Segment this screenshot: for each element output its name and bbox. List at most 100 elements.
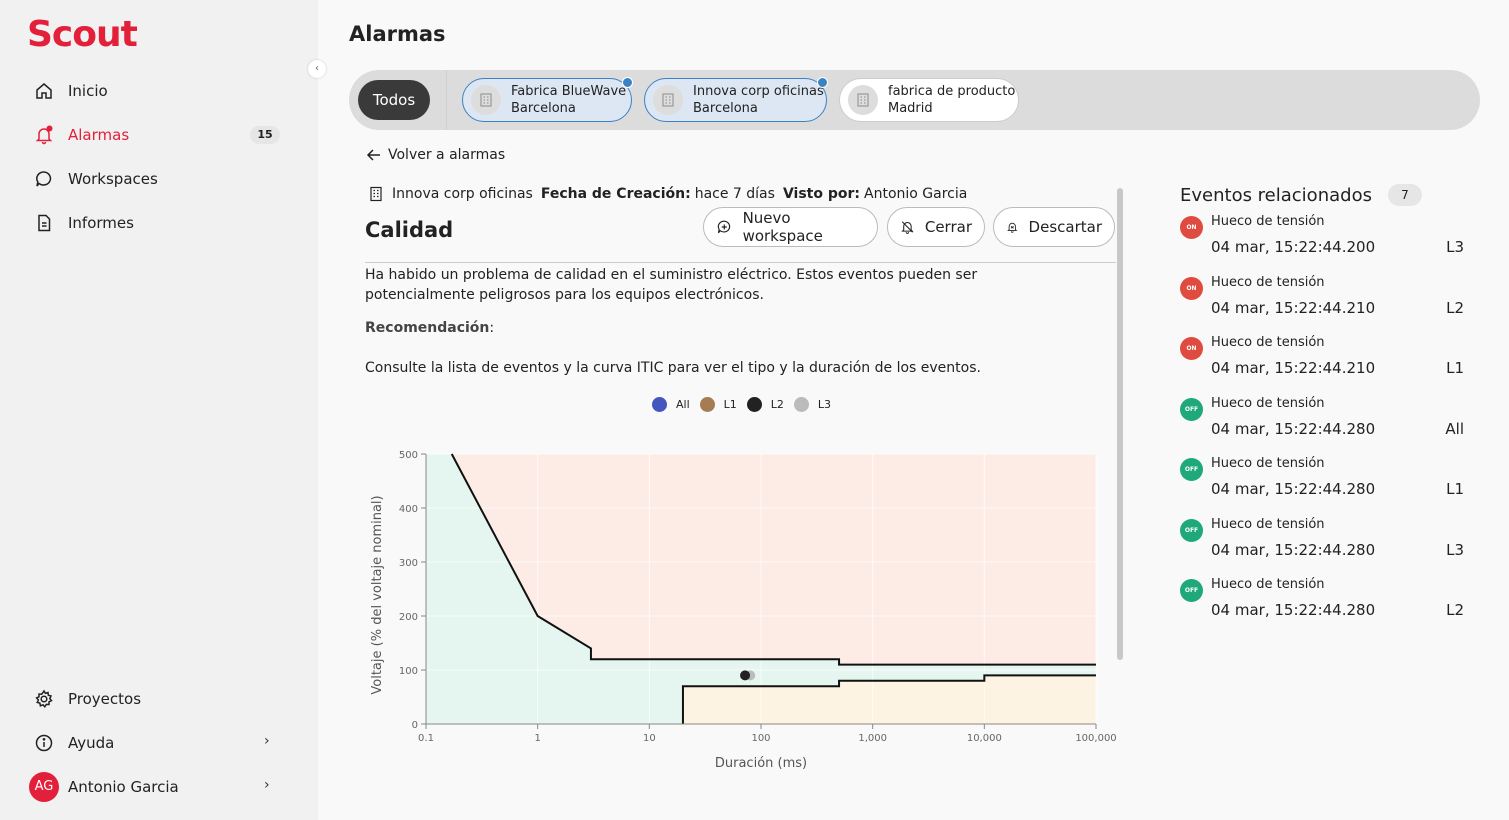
legend-dot (746, 397, 762, 412)
x-tick-label: 1 (534, 733, 540, 744)
divider (365, 262, 1116, 263)
event-item[interactable]: OFF Hueco de tensión 04 mar, 15:22:44.280 L… (1180, 517, 1470, 573)
event-title: Hueco de tensión (1211, 516, 1325, 532)
sidebar: Scout ‹ Inicio Alarmas 15 Workspaces Inf… (0, 0, 326, 820)
sidebar-item-proyectos[interactable]: Proyectos (34, 687, 141, 711)
legend-item-all[interactable]: All (652, 397, 690, 412)
sidebar-item-label: Alarmas (68, 126, 130, 144)
site-chip-name: fabrica de producto (888, 84, 1016, 99)
bell-off-icon (901, 221, 914, 234)
x-axis-title: Duración (ms) (715, 756, 807, 771)
events-panel-header: Eventos relacionados 7 (1180, 184, 1422, 206)
status-off-icon: OFF (1180, 397, 1203, 421)
new-workspace-button[interactable]: Nuevo workspace (703, 207, 878, 247)
legend-dot (793, 397, 809, 412)
user-name: Antonio Garcia (68, 778, 179, 796)
event-item[interactable]: ON Hueco de tensión 04 mar, 15:22:44.210 L1 (1180, 335, 1470, 391)
selected-dot (817, 77, 828, 88)
y-tick-label: 400 (399, 504, 418, 515)
event-item[interactable]: OFF Hueco de tensión 04 mar, 15:22:44.280 L… (1180, 577, 1470, 633)
event-title: Hueco de tensión (1211, 577, 1325, 592)
building-icon (471, 85, 501, 115)
legend-label: L2 (770, 398, 784, 411)
site-chip-city: Barcelona (511, 101, 576, 116)
legend-item-l2[interactable]: L2 (746, 397, 784, 412)
event-item[interactable]: OFF Hueco de tensión 04 mar, 15:22:44.280 A… (1180, 396, 1470, 452)
y-axis-title: Voltaje (% del voltaje nominal) (370, 495, 385, 694)
button-label: Cerrar (924, 218, 972, 236)
app-logo: Scout (27, 14, 138, 55)
event-title: Hueco de tensión (1211, 214, 1325, 229)
button-label: Nuevo workspace (742, 209, 823, 245)
back-to-alarms-link[interactable]: Volver a alarmas (366, 147, 505, 163)
seen-value: Antonio Garcia (864, 186, 968, 202)
sidebar-item-inicio[interactable]: Inicio (34, 79, 108, 103)
document-icon (38, 214, 51, 232)
arrow-left-icon (366, 149, 380, 161)
x-tick-label: 100 (751, 733, 770, 744)
sidebar-item-alarmas[interactable]: Alarmas (34, 123, 129, 147)
sidebar-item-label: Proyectos (68, 690, 142, 708)
event-title: Hueco de tensión (1211, 335, 1325, 350)
event-time: 04 mar, 15:22:44.280 (1211, 480, 1376, 498)
tab-todos[interactable]: Todos (358, 80, 430, 120)
created-value: hace 7 días (694, 186, 775, 202)
site-chip-name: Innova corp oficinas (693, 84, 824, 99)
sidebar-item-ayuda[interactable]: Ayuda (34, 731, 114, 755)
event-phase: All (1445, 419, 1464, 438)
chat-plus-icon (717, 220, 731, 234)
close-button[interactable]: Cerrar (887, 207, 985, 247)
alarm-site: Innova corp oficinas (392, 186, 533, 202)
user-menu[interactable]: AG Antonio Garcia (29, 772, 179, 802)
event-phase: L1 (1446, 480, 1464, 498)
legend-label: L1 (723, 398, 737, 411)
event-time: 04 mar, 15:22:44.210 (1211, 298, 1376, 317)
recommendation-text: Consulte la lista de eventos y la curva … (365, 360, 981, 376)
event-phase: L3 (1446, 238, 1464, 256)
event-time: 04 mar, 15:22:44.280 (1211, 540, 1376, 559)
legend-label: L3 (817, 398, 832, 411)
seen-label: Visto por: (782, 186, 860, 202)
alarm-meta: Innova corp oficinas Fecha de Creación: … (368, 186, 967, 202)
sidebar-item-label: Workspaces (68, 170, 158, 188)
collapse-sidebar-button[interactable]: ‹ (308, 60, 326, 78)
chat-icon (36, 171, 52, 187)
chart-legend: All L1 L2 L3 (652, 397, 841, 412)
ayuda-chevron-icon: › (264, 733, 270, 749)
event-item[interactable]: OFF Hueco de tensión 04 mar, 15:22:44.280 L… (1180, 456, 1470, 512)
site-chip-city: Madrid (888, 101, 933, 116)
event-time: 04 mar, 15:22:44.200 (1211, 238, 1376, 256)
site-chip-fabrica-producto[interactable]: fabrica de producto Madrid (839, 78, 1019, 122)
info-icon (35, 734, 53, 752)
dismiss-button[interactable]: Descartar (993, 207, 1115, 247)
alarm-count-badge: 15 (250, 126, 280, 144)
sidebar-item-label: Informes (68, 214, 134, 232)
event-time: 04 mar, 15:22:44.280 (1211, 419, 1376, 438)
legend-dot (652, 397, 667, 412)
selected-dot (622, 77, 633, 88)
bell-icon (35, 125, 53, 145)
home-icon (36, 83, 52, 99)
status-on-icon: ON (1180, 216, 1203, 239)
event-item[interactable]: ON Hueco de tensión 04 mar, 15:22:44.200 L3 (1180, 214, 1470, 270)
building-icon (848, 85, 878, 115)
status-on-icon: ON (1180, 276, 1203, 300)
legend-item-l1[interactable]: L1 (699, 397, 737, 412)
sidebar-item-workspaces[interactable]: Workspaces (34, 167, 158, 191)
event-item[interactable]: ON Hueco de tensión 04 mar, 15:22:44.210 L2 (1180, 275, 1470, 331)
site-chip-name: Fabrica BlueWave (511, 84, 627, 99)
data-point-l2 (740, 670, 751, 681)
sidebar-item-informes[interactable]: Informes (34, 211, 134, 235)
event-phase: L2 (1446, 601, 1464, 619)
back-label: Volver a alarmas (388, 147, 506, 163)
status-on-icon: ON (1180, 337, 1203, 360)
status-off-icon: OFF (1180, 579, 1203, 602)
event-time: 04 mar, 15:22:44.210 (1211, 359, 1376, 377)
page-title: Alarmas (349, 22, 446, 46)
site-chip-innova-corp[interactable]: Innova corp oficinas Barcelona (644, 77, 828, 122)
legend-item-l3[interactable]: L3 (793, 397, 832, 412)
alarm-description: Ha habido un problema de calidad en el s… (365, 267, 978, 303)
site-chip-fabrica-bluewave[interactable]: Fabrica BlueWave Barcelona (462, 77, 633, 122)
sidebar-item-label: Inicio (68, 82, 108, 100)
x-tick-label: 0.1 (418, 733, 434, 744)
